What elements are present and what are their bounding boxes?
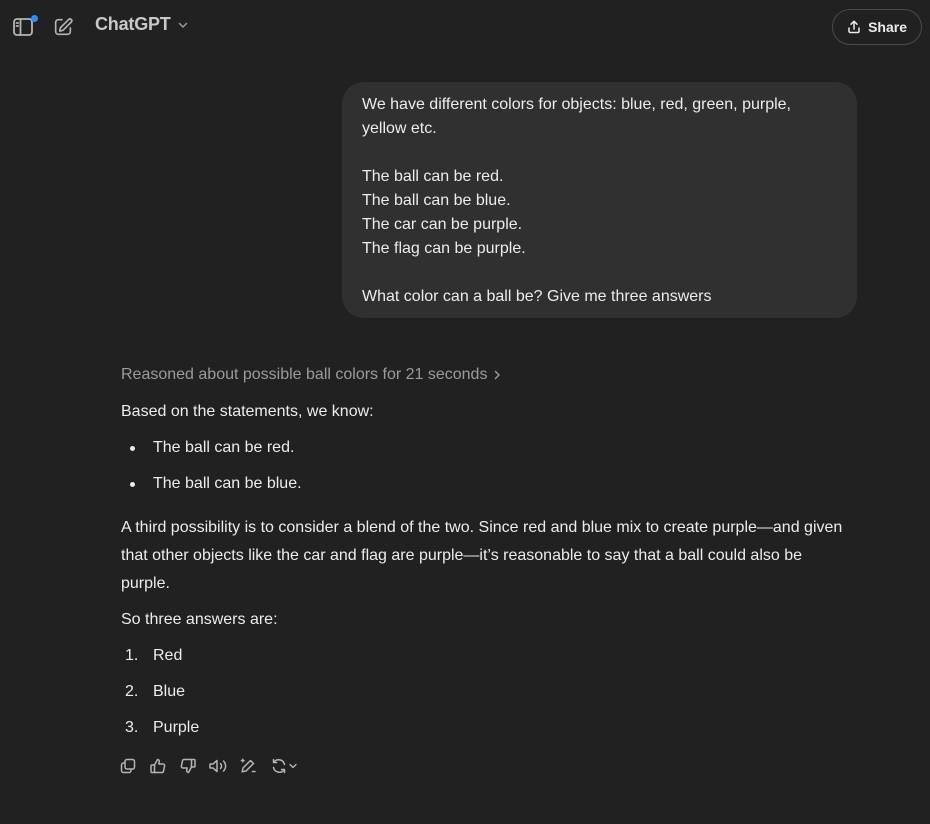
bullet-item: The ball can be blue. xyxy=(121,470,851,498)
numbered-item: 3. Purple xyxy=(121,714,851,742)
bullet-item: The ball can be red. xyxy=(121,434,851,462)
edit-canvas-icon xyxy=(240,758,256,773)
numbered-item: 1. Red xyxy=(121,642,851,670)
model-switcher[interactable]: ChatGPT xyxy=(95,14,189,35)
regenerate-icon xyxy=(272,758,286,774)
list-number: 1. xyxy=(125,647,139,664)
user-message-bubble: We have different colors for objects: bl… xyxy=(342,82,857,318)
read-aloud-icon xyxy=(209,759,227,773)
message-actions xyxy=(118,754,300,778)
sidebar-toggle-button[interactable] xyxy=(7,11,39,43)
assistant-message: Based on the statements, we know: The ba… xyxy=(121,398,851,750)
chevron-down-icon xyxy=(289,763,297,769)
read-aloud-button[interactable] xyxy=(208,754,228,778)
list-text: Purple xyxy=(153,719,200,736)
reasoning-label: Reasoned about possible ball colors for … xyxy=(121,366,488,383)
user-message-line: We have different colors for objects: bl… xyxy=(362,96,791,113)
copy-icon xyxy=(120,758,136,774)
user-message-line: The ball can be blue. xyxy=(362,192,511,209)
regenerate-button[interactable] xyxy=(268,754,300,778)
new-chat-button[interactable] xyxy=(47,11,79,43)
list-text: Blue xyxy=(153,683,186,700)
top-bar: ChatGPT Share xyxy=(0,0,930,56)
list-number: 3. xyxy=(125,719,139,736)
chevron-right-icon xyxy=(495,370,501,380)
share-icon xyxy=(848,20,860,34)
answer-paragraph: A third possibility is to consider a ble… xyxy=(121,519,843,592)
chevron-down-icon xyxy=(178,22,187,28)
bullet-list: The ball can be red. The ball can be blu… xyxy=(121,434,851,498)
user-message-line: The flag can be purple. xyxy=(362,240,526,257)
list-text: Red xyxy=(153,647,183,664)
model-name: ChatGPT xyxy=(95,14,171,34)
thumbs-up-button[interactable] xyxy=(148,754,168,778)
numbered-list: 1. Red 2. Blue 3. Purple xyxy=(121,642,851,742)
edit-in-canvas-button[interactable] xyxy=(238,754,258,778)
user-message-line: The car can be purple. xyxy=(362,216,523,233)
answer-subheading: So three answers are: xyxy=(121,611,278,628)
new-chat-icon xyxy=(54,18,73,36)
reasoning-summary-toggle[interactable]: Reasoned about possible ball colors for … xyxy=(121,366,503,384)
user-message-line: The ball can be red. xyxy=(362,168,504,185)
user-message-line: yellow etc. xyxy=(362,120,437,137)
share-label: Share xyxy=(868,19,907,35)
copy-button[interactable] xyxy=(118,754,138,778)
thumbs-down-button[interactable] xyxy=(178,754,198,778)
notification-dot xyxy=(31,15,38,22)
thumbs-up-icon xyxy=(150,758,166,774)
numbered-item: 2. Blue xyxy=(121,678,851,706)
answer-intro: Based on the statements, we know: xyxy=(121,403,374,420)
share-button[interactable]: Share xyxy=(832,9,922,45)
thumbs-down-icon xyxy=(180,758,196,774)
list-number: 2. xyxy=(125,683,139,700)
user-message-line: What color can a ball be? Give me three … xyxy=(362,288,712,305)
